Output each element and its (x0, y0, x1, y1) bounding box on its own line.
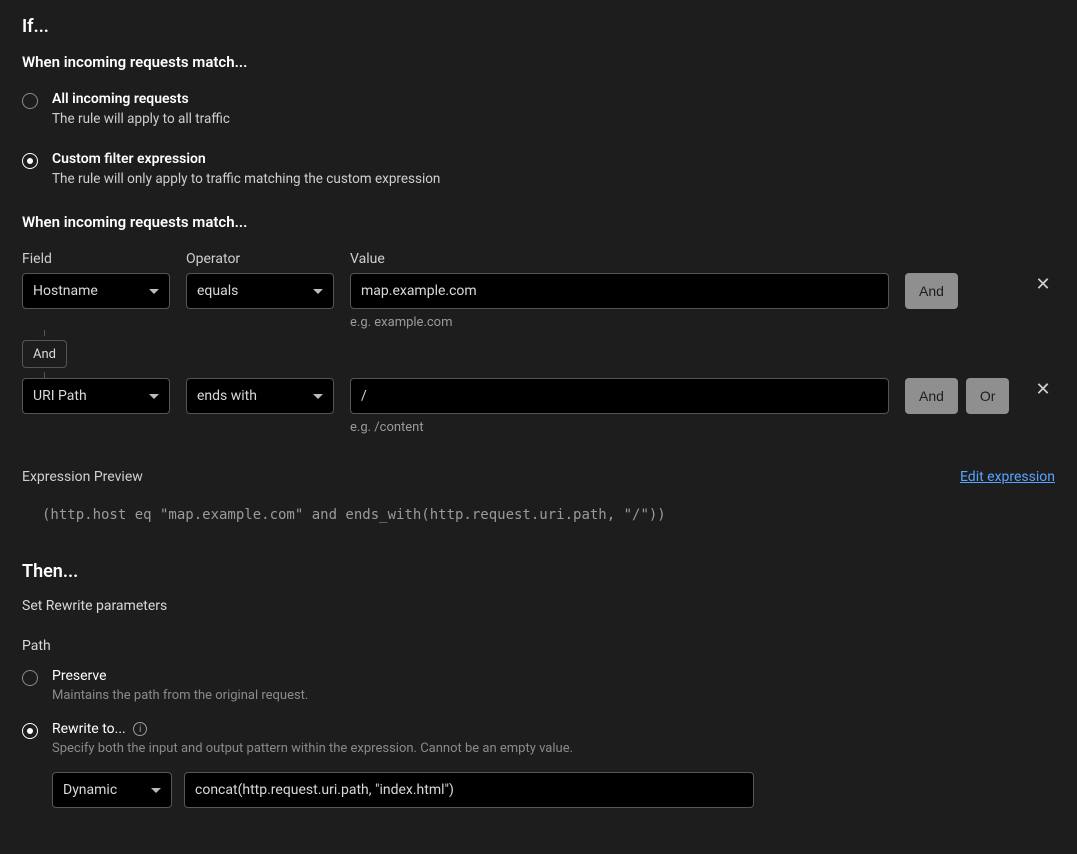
radio-icon[interactable] (22, 723, 38, 739)
then-subtitle: Set Rewrite parameters (22, 598, 1055, 614)
remove-row-button[interactable]: ✕ (1031, 378, 1055, 402)
operator-select-value: ends with (197, 388, 257, 404)
chevron-down-icon (313, 289, 323, 294)
or-button[interactable]: Or (966, 378, 1010, 414)
and-button[interactable]: And (905, 378, 958, 414)
remove-row-button[interactable]: ✕ (1031, 273, 1055, 297)
header-value: Value (350, 251, 889, 267)
value-input[interactable]: / (350, 378, 889, 414)
radio-icon[interactable] (22, 153, 38, 169)
radio-preserve-desc: Maintains the path from the original req… (52, 688, 308, 703)
expression-preview-code: (http.host eq "map.example.com" and ends… (22, 499, 1055, 531)
operator-select[interactable]: ends with (186, 378, 334, 414)
edit-expression-link[interactable]: Edit expression (960, 469, 1055, 485)
rewrite-value-text: concat(http.request.uri.path, "index.htm… (195, 782, 454, 798)
radio-rewrite-title: Rewrite to... (52, 721, 126, 737)
rewrite-type-value: Dynamic (63, 782, 117, 798)
value-hint: e.g. /content (350, 420, 889, 435)
radio-all-title: All incoming requests (52, 91, 230, 107)
radio-custom-title: Custom filter expression (52, 151, 440, 167)
close-icon: ✕ (1035, 276, 1050, 294)
path-label: Path (22, 638, 1055, 654)
then-heading: Then... (22, 561, 1055, 582)
field-select[interactable]: URI Path (22, 378, 170, 414)
rewrite-type-select[interactable]: Dynamic (52, 772, 172, 808)
builder-heading: When incoming requests match... (22, 213, 1055, 231)
operator-select[interactable]: equals (186, 273, 334, 309)
header-field: Field (22, 251, 170, 267)
chevron-down-icon (151, 788, 161, 793)
expression-preview-title: Expression Preview (22, 469, 143, 485)
header-operator: Operator (186, 251, 334, 267)
value-text: map.example.com (361, 283, 477, 299)
field-select-value: URI Path (33, 388, 87, 404)
and-button[interactable]: And (905, 273, 958, 309)
radio-icon[interactable] (22, 93, 38, 109)
value-hint: e.g. example.com (350, 315, 889, 330)
radio-rewrite-desc: Specify both the input and output patter… (52, 741, 573, 756)
radio-preserve[interactable]: Preserve Maintains the path from the ori… (22, 668, 1055, 703)
value-text: / (361, 388, 367, 404)
radio-all-desc: The rule will apply to all traffic (52, 111, 230, 127)
if-heading: If... (22, 16, 1055, 37)
chevron-down-icon (313, 394, 323, 399)
radio-rewrite-to[interactable]: Rewrite to... i Specify both the input a… (22, 721, 1055, 756)
value-input[interactable]: map.example.com (350, 273, 889, 309)
radio-preserve-title: Preserve (52, 668, 308, 684)
info-icon[interactable]: i (133, 722, 147, 736)
chevron-down-icon (149, 394, 159, 399)
radio-icon[interactable] (22, 670, 38, 686)
rewrite-value-input[interactable]: concat(http.request.uri.path, "index.htm… (184, 772, 754, 808)
builder-row: Hostname equals map.example.com e.g. exa… (22, 273, 1055, 330)
chevron-down-icon (149, 289, 159, 294)
field-select-value: Hostname (33, 283, 98, 299)
logic-chip-and[interactable]: And (22, 340, 67, 368)
close-icon: ✕ (1035, 381, 1050, 399)
field-select[interactable]: Hostname (22, 273, 170, 309)
radio-custom-expression[interactable]: Custom filter expression The rule will o… (22, 151, 1055, 187)
radio-all-incoming[interactable]: All incoming requests The rule will appl… (22, 91, 1055, 127)
builder-row: URI Path ends with / e.g. /content And O… (22, 378, 1055, 435)
match-subheading: When incoming requests match... (22, 53, 1055, 71)
builder-column-headers: Field Operator Value (22, 251, 1055, 267)
operator-select-value: equals (197, 283, 238, 299)
radio-custom-desc: The rule will only apply to traffic matc… (52, 171, 440, 187)
